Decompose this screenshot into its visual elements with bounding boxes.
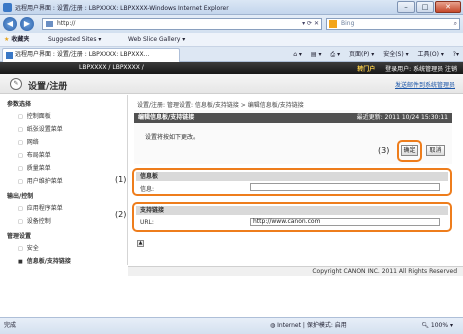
help-icon[interactable]: ?▾: [453, 51, 459, 58]
settings-icon: ✎: [10, 78, 22, 90]
cmd-tools[interactable]: 工具(O) ▾: [418, 51, 444, 58]
feeds-icon[interactable]: ▤ ▾: [311, 51, 322, 58]
info-board-heading: 信息板: [136, 172, 448, 181]
login-user[interactable]: 登录用户: 系统管理员 注销: [385, 66, 457, 73]
forward-button[interactable]: ▶: [20, 17, 34, 31]
fav-item-webslice[interactable]: Web Slice Gallery ▾: [128, 33, 185, 47]
search-box[interactable]: Bing ⌕: [326, 18, 460, 30]
zone-text: Internet | 保护模式: 启用: [277, 322, 347, 329]
zoom-text: 100% ▾: [430, 322, 453, 329]
support-link-heading: 支持链接: [136, 206, 448, 215]
status-bar: 完成 ◍ Internet | 保护模式: 启用 🔍︎ 100% ▾: [0, 317, 463, 334]
sidebar-item-security[interactable]: 安全: [18, 243, 39, 252]
sidebar-section-output: 输出/控制: [7, 193, 34, 200]
cmd-page[interactable]: 页面(P) ▾: [349, 51, 374, 58]
sidebar: 参数选择 控制面板 纸张设置菜单 网络 布局菜单 质量菜单 用户维护菜单 输出/…: [0, 95, 128, 265]
back-button[interactable]: ◀: [3, 17, 17, 31]
favorites-label: 收藏夹: [11, 36, 30, 43]
device-name: LBPXXXX / LBPXXXX /: [79, 64, 144, 71]
address-row: ◀ ▶ http:// ▾ ⟳ ✕ Bing ⌕: [0, 15, 463, 33]
info-input[interactable]: [250, 183, 440, 191]
sidebar-section-management: 管理设置: [7, 233, 32, 240]
favorites-bar: ★ 收藏夹 Suggested Sites ▾ Web Slice Galler…: [0, 33, 463, 47]
sidebar-item-application[interactable]: 应用程序菜单: [18, 203, 63, 212]
page-header: LBPXXXX / LBPXXXX / 转门户 登录用户: 系统管理员 注销: [0, 62, 463, 74]
tab-icon: [6, 52, 13, 59]
address-text: http://: [57, 20, 76, 27]
hint-text: 设置将按如下更改。: [145, 134, 200, 141]
print-icon[interactable]: ⎙ ▾: [330, 51, 340, 58]
favorites-button[interactable]: ★ 收藏夹: [4, 33, 29, 47]
sidebar-item-device-control[interactable]: 设备控制: [18, 216, 51, 225]
back-to-top-button[interactable]: ▲: [137, 240, 144, 247]
home-icon[interactable]: ⌂ ▾: [293, 51, 302, 58]
mail-admin-link[interactable]: 发送邮件到系统管理员: [395, 80, 455, 89]
url-label: URL:: [140, 219, 154, 226]
zoom-icon: 🔍︎: [421, 322, 431, 329]
info-label: 信息:: [140, 186, 155, 193]
search-icon[interactable]: ⌕: [454, 19, 457, 29]
page-icon: [46, 21, 53, 27]
callout-2: (2): [115, 210, 127, 219]
callout-3: (3): [378, 146, 390, 155]
bing-icon: [329, 20, 337, 28]
portal-link[interactable]: 转门户: [357, 66, 375, 73]
status-text: 完成: [4, 322, 17, 329]
minimize-button[interactable]: –: [397, 1, 415, 13]
zoom-level[interactable]: 🔍︎ 100% ▾: [421, 318, 453, 334]
cmd-safety[interactable]: 安全(S) ▾: [383, 51, 408, 58]
url-input[interactable]: http://www.canon.com: [250, 218, 440, 226]
command-bar: ⌂ ▾ ▤ ▾ ⎙ ▾ 页面(P) ▾ 安全(S) ▾ 工具(O) ▾ ?▾: [286, 47, 459, 62]
last-updated: 最近更新: 2011 10/24 15:30:11: [356, 114, 448, 121]
fav-item-suggested[interactable]: Suggested Sites ▾: [48, 33, 101, 47]
tab-title: 远程用户界面 : 设置/注册 : LBPXXXX: LBPXXX...: [15, 51, 150, 58]
page-title-bar: ✎ 设置/注册 发送邮件到系统管理员: [0, 74, 463, 94]
support-link-section: 支持链接 URL: http://www.canon.com: [132, 202, 452, 232]
ok-button[interactable]: 确定: [401, 145, 418, 156]
security-zone: ◍ Internet | 保护模式: 启用: [270, 318, 347, 334]
panel-header: 编辑信息板/支持链接 最近更新: 2011 10/24 15:30:11: [134, 113, 452, 123]
cancel-button[interactable]: 取消: [426, 145, 445, 156]
sidebar-item-paper[interactable]: 纸张设置菜单: [18, 124, 63, 133]
page-blank-area: [0, 276, 463, 316]
window-title-bar: 远程用户界面 : 设置/注册 : LBPXXXX: LBPXXXX-Window…: [0, 0, 463, 15]
info-board-section: 信息板 信息:: [132, 168, 452, 196]
panel-title: 编辑信息板/支持链接: [138, 114, 195, 121]
copyright: Copyright CANON INC. 2011 All Rights Res…: [128, 266, 463, 276]
refresh-icon[interactable]: ▾ ⟳ ✕: [302, 19, 319, 29]
page-title: 设置/注册: [28, 82, 68, 92]
sidebar-item-info-board[interactable]: 信息板/支持链接: [18, 256, 71, 265]
maximize-button[interactable]: □: [416, 1, 434, 13]
star-icon: ★: [4, 36, 10, 43]
window-title: 远程用户界面 : 设置/注册 : LBPXXXX: LBPXXXX-Window…: [15, 5, 229, 12]
sidebar-item-network[interactable]: 网络: [18, 137, 39, 146]
sidebar-section-preferences: 参数选择: [7, 101, 32, 108]
sidebar-item-layout[interactable]: 布局菜单: [18, 150, 51, 159]
ie-icon: [3, 3, 12, 12]
sidebar-item-quality[interactable]: 质量菜单: [18, 163, 51, 172]
address-bar[interactable]: http:// ▾ ⟳ ✕: [42, 18, 322, 30]
search-placeholder: Bing: [341, 20, 355, 27]
tab-active[interactable]: 远程用户界面 : 设置/注册 : LBPXXXX: LBPXXX...: [2, 48, 180, 62]
callout-1: (1): [115, 175, 127, 184]
breadcrumb: 设置/注册: 管理设置: 信息板/支持链接 > 编辑信息板/支持链接: [137, 102, 304, 109]
sidebar-item-control-panel[interactable]: 控制面板: [18, 111, 51, 120]
window-controls: – □ ✕: [397, 1, 461, 13]
close-button[interactable]: ✕: [435, 1, 461, 13]
sidebar-item-maintenance[interactable]: 用户维护菜单: [18, 176, 63, 185]
tab-row: 远程用户界面 : 设置/注册 : LBPXXXX: LBPXXX... ⌂ ▾ …: [0, 47, 463, 62]
